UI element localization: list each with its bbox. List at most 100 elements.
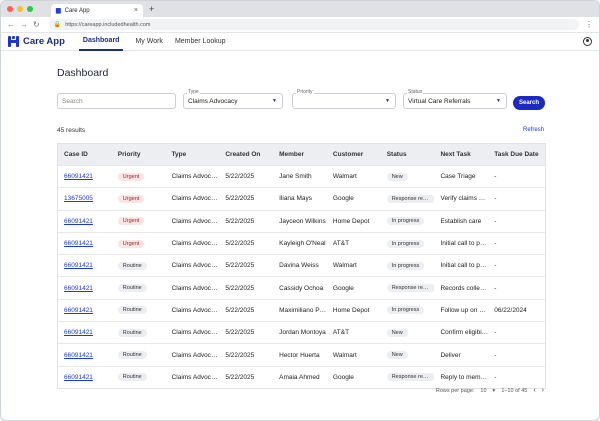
priority-select[interactable]: Priority ▼ [292,89,396,109]
table-row[interactable]: 66091421 Urgent Claims Advocacy 5/22/2025 Ja… [58,209,545,232]
cell-text: - [494,195,497,203]
type-select[interactable]: Type Claims Advocacy ▼ [183,89,283,109]
cell-text: Davina Weiss [279,262,319,270]
column-header[interactable]: Case ID [58,151,112,158]
close-window-button[interactable] [7,6,13,12]
new-tab-icon[interactable]: + [149,4,154,14]
forward-icon[interactable]: → [20,20,28,29]
status-badge: In progress [386,239,425,248]
priority-badge: Routine [117,261,147,270]
column-header[interactable]: Member [273,151,327,158]
table-cell: - [488,374,545,381]
table-cell: - [488,352,545,359]
column-header[interactable]: Status [381,151,435,158]
page-range: 1–10 of 45 [501,387,528,394]
case-id-link[interactable]: 13675005 [64,195,93,202]
table-cell: Jordan Montoya [273,329,327,336]
cell-text: Jordan Montoya [279,329,326,337]
case-id-link[interactable]: 66091421 [64,285,93,292]
rows-per-page-select[interactable]: 10 [480,388,486,394]
refresh-link[interactable]: Refresh [523,127,544,133]
table-cell: - [488,173,545,180]
table-cell: New [381,328,435,337]
browser-tabbar: ▆ Care App × + [1,1,599,17]
browser-tab[interactable]: ▆ Care App × [51,4,143,17]
table-row[interactable]: 66091421 Urgent Claims Advocacy 5/22/2025 Ja… [58,165,545,187]
table-cell: Maximiliano Perez [273,307,327,314]
table-row[interactable]: 66091421 Routine Claims Advocacy 5/22/2025 C… [58,276,545,298]
table-cell: 5/22/2025 [219,218,273,225]
reload-icon[interactable]: ↻ [33,20,40,29]
cell-text: Reply to member [440,373,489,381]
table-cell: 66091421 [58,285,112,292]
nav-tab-my-work[interactable]: My Work [135,33,162,51]
type-select-label: Type [187,89,200,95]
next-page-icon[interactable]: › [542,387,544,394]
table-row[interactable]: 66091421 Routine Claims Advocacy 5/22/2025 H… [58,343,545,365]
user-account-icon[interactable] [583,37,592,46]
column-header[interactable]: Priority [112,151,166,158]
close-tab-icon[interactable]: × [134,7,138,14]
cell-text: Walmart [332,351,357,359]
search-button[interactable]: Search [513,96,545,110]
table-cell: In progress [381,239,435,248]
table-row[interactable]: 66091421 Routine Claims Advocacy 5/22/2025 J… [58,321,545,343]
cell-text: Claims Advocacy [171,306,220,314]
case-id-link[interactable]: 66091421 [64,329,93,336]
table-row[interactable]: 66091421 Routine Claims Advocacy 5/22/2025 D… [58,254,545,276]
table-cell: Claims Advocacy [166,195,220,202]
results-count: 45 results [57,127,86,134]
search-input[interactable]: Search [57,93,176,109]
table-cell: Jayceon Wilkins [273,218,327,225]
table-cell: Claims Advocacy [166,218,220,225]
table-row[interactable]: 13675005 Urgent Claims Advocacy 5/22/2025 Il… [58,187,545,209]
cell-text: Claims Advocacy [171,284,220,292]
minimize-window-button[interactable] [17,6,23,12]
table-row[interactable]: 66091421 Routine Claims Advocacy 5/22/2025 M… [58,298,545,321]
table-row[interactable]: 66091421 Routine Claims Advocacy 5/22/2025 A… [58,365,545,388]
column-header[interactable]: Type [166,151,220,158]
address-bar[interactable]: 🔒 https://careapp.includedhealth.com [48,19,579,30]
table-cell: Claims Advocacy [166,307,220,314]
column-header[interactable]: Next Task [434,151,488,158]
cell-text: Confirm eligibility [440,329,489,337]
case-id-link[interactable]: 66091421 [64,173,93,180]
case-id-link[interactable]: 66091421 [64,352,93,359]
nav-tab-dashboard[interactable]: Dashboard [78,33,124,51]
table-cell: 66091421 [58,173,112,180]
back-icon[interactable]: ← [7,20,15,29]
cell-text: Establish care [440,217,482,225]
cell-text: 5/22/2025 [225,329,255,337]
table-cell: Walmart [327,352,381,359]
table-cell: Initial call to provider [434,240,488,247]
case-id-link[interactable]: 66091421 [64,218,93,225]
table-cell: Google [327,285,381,292]
table-cell: 5/22/2025 [219,307,273,314]
column-header[interactable]: Task Due Date [488,151,545,158]
column-header[interactable]: Customer [327,151,381,158]
maximize-window-button[interactable] [27,6,33,12]
search-placeholder: Search [62,97,83,105]
nav-tab-member-lookup[interactable]: Member Lookup [175,33,226,51]
table-cell: Claims Advocacy [166,374,220,381]
case-id-link[interactable]: 66091421 [64,374,93,381]
table-cell: 06/22/2024 [488,307,545,314]
table-row[interactable]: 66091421 Urgent Claims Advocacy 5/22/2025 Ka… [58,231,545,254]
status-badge: New [386,172,408,181]
case-id-link[interactable]: 66091421 [64,307,93,314]
cell-text: Initial call to provider [440,240,489,248]
table-cell: 5/22/2025 [219,329,273,336]
cell-text: 5/22/2025 [225,373,255,381]
case-id-link[interactable]: 66091421 [64,262,93,269]
priority-badge: Routine [117,328,147,337]
case-id-link[interactable]: 66091421 [64,240,93,247]
status-select-value: Virtual Care Referrals [408,97,471,105]
status-select[interactable]: Status Virtual Care Referrals ▼ [403,89,507,109]
table-cell: In progress [381,217,435,226]
previous-page-icon[interactable]: ‹ [533,387,535,394]
column-header[interactable]: Created On [219,151,273,158]
table-cell: Initial call to provider [434,262,488,269]
cell-text: Home Depot [332,217,370,225]
table-cell: 5/22/2025 [219,173,273,180]
browser-menu-icon[interactable]: ⋮ [585,20,593,29]
